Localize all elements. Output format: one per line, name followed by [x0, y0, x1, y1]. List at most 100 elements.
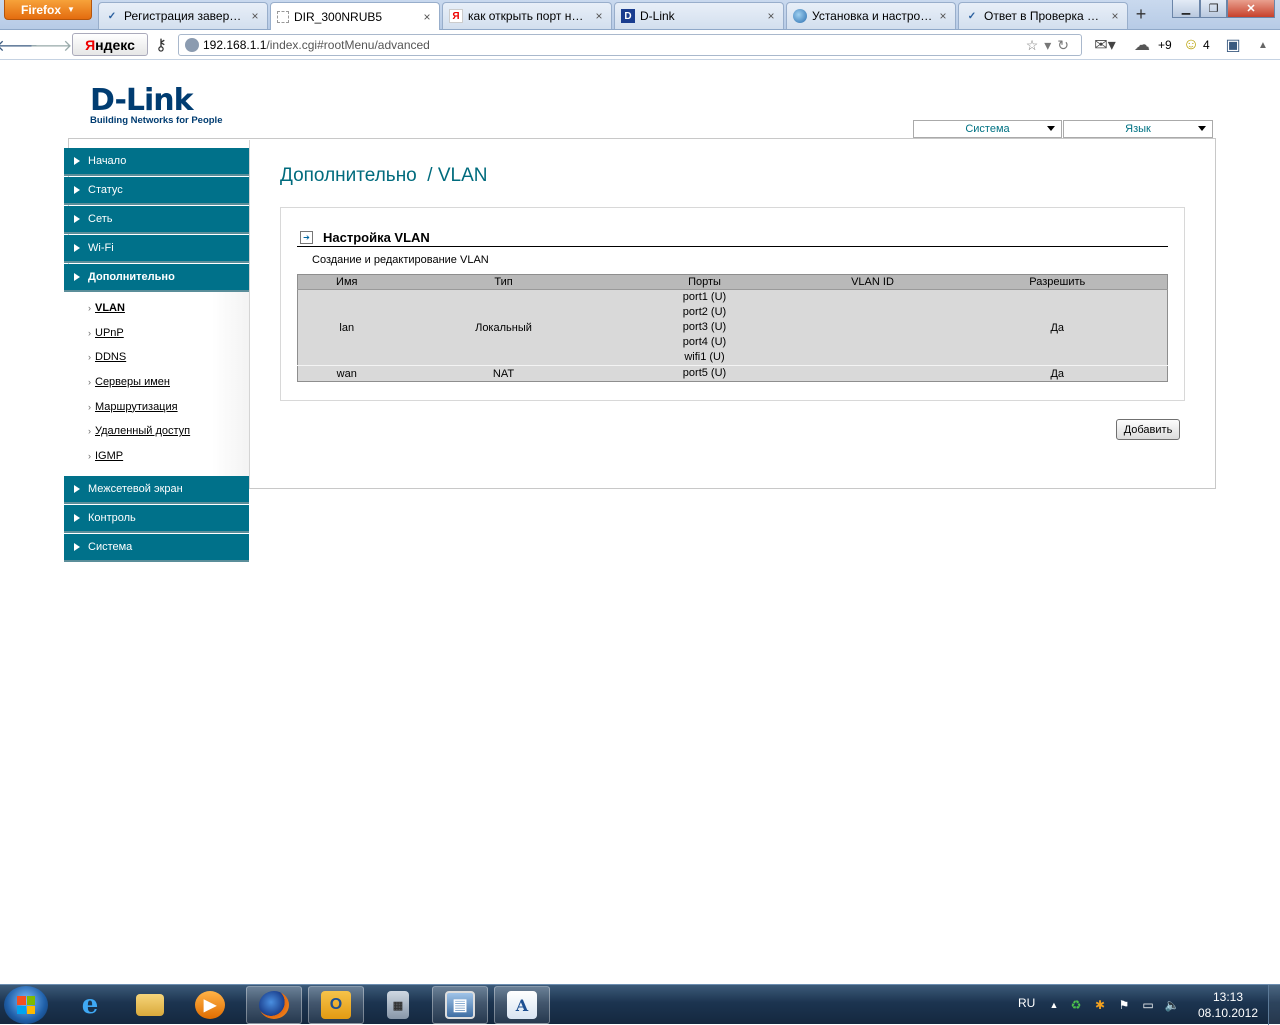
- brand-name: D-Link: [90, 83, 194, 118]
- antivirus-icon[interactable]: ✱: [1092, 997, 1108, 1013]
- show-hidden-icons-icon[interactable]: ▲: [1046, 997, 1062, 1013]
- tab-dir300[interactable]: DIR_300NRUB5 ×: [270, 2, 440, 30]
- back-arrow-icon[interactable]: 🡐: [0, 35, 38, 55]
- submenu-link[interactable]: Маршрутизация: [95, 401, 178, 413]
- windows-logo-icon: [17, 996, 35, 1014]
- network-icon[interactable]: ▭: [1140, 997, 1156, 1013]
- show-desktop-button[interactable]: [1268, 985, 1280, 1025]
- system-select-label: Система: [965, 123, 1010, 135]
- port-entry: port4 (U): [682, 336, 727, 348]
- tab-dlink[interactable]: D D-Link ×: [614, 2, 784, 29]
- sidebar-item-system[interactable]: Система: [64, 534, 249, 561]
- dlink-icon: D: [621, 9, 635, 23]
- arrow-right-icon: [74, 273, 80, 281]
- submenu-item-vlan[interactable]: › VLAN: [88, 296, 249, 321]
- close-icon[interactable]: ×: [1109, 9, 1121, 23]
- section-arrow-icon: ➔: [300, 231, 313, 244]
- language-indicator[interactable]: RU: [1018, 996, 1035, 1010]
- tab-registration[interactable]: ✓ Регистрация заверше... ×: [98, 2, 268, 29]
- bullet-icon: ›: [88, 377, 91, 388]
- close-icon[interactable]: ×: [937, 9, 949, 23]
- scroll-up-icon[interactable]: ▲: [1256, 35, 1270, 55]
- bullet-icon: ›: [88, 426, 91, 437]
- submenu-link[interactable]: UPnP: [95, 327, 124, 339]
- taskbar-internet-explorer[interactable]: e: [62, 986, 118, 1024]
- close-icon[interactable]: ×: [593, 9, 605, 23]
- section-title: Настройка VLAN: [323, 230, 430, 245]
- taskbar-wordpad[interactable]: A: [494, 986, 550, 1024]
- close-icon[interactable]: ×: [421, 10, 433, 24]
- sidebar-item-firewall[interactable]: Межсетевой экран: [64, 476, 249, 503]
- table-row[interactable]: lan Локальный port1 (U) port2 (U) port3 …: [297, 289, 1168, 366]
- close-icon[interactable]: ×: [765, 9, 777, 23]
- sidebar-item-wifi[interactable]: Wi-Fi: [64, 235, 249, 261]
- submenu-link[interactable]: Удаленный доступ: [95, 425, 190, 437]
- submenu-link[interactable]: VLAN: [95, 302, 125, 314]
- address-bar[interactable]: 192.168.1.1/index.cgi#rootMenu/advanced …: [178, 34, 1082, 56]
- close-icon[interactable]: ×: [249, 9, 261, 23]
- weather-temperature: +9: [1158, 38, 1172, 52]
- forward-arrow-icon[interactable]: 🡒: [30, 35, 73, 55]
- submenu-link[interactable]: DDNS: [95, 351, 126, 363]
- submenu-item-upnp[interactable]: › UPnP: [88, 321, 249, 346]
- sync-icon[interactable]: ♻: [1068, 997, 1084, 1013]
- section-divider: [297, 246, 1168, 247]
- taskbar-media-player[interactable]: ▶: [182, 986, 238, 1024]
- submenu-item-dns-servers[interactable]: › Серверы имен: [88, 370, 249, 395]
- brand-tagline: Building Networks for People: [90, 115, 223, 126]
- clock-time: 13:13: [1212, 990, 1244, 1004]
- submenu-item-ddns[interactable]: › DDNS: [88, 345, 249, 370]
- outlook-icon: O: [321, 991, 351, 1019]
- submenu-item-routing[interactable]: › Маршрутизация: [88, 394, 249, 419]
- yandex-home-button[interactable]: Яндекс: [72, 33, 148, 56]
- system-select[interactable]: Система: [913, 120, 1062, 138]
- port-entry: port1 (U): [682, 291, 727, 303]
- new-tab-button[interactable]: +: [1130, 5, 1152, 25]
- site-identity-icon: [185, 38, 199, 52]
- key-icon[interactable]: ⚷: [150, 35, 172, 55]
- bookmarks-icon[interactable]: ▣: [1222, 35, 1244, 55]
- action-center-flag-icon[interactable]: ⚑: [1116, 997, 1132, 1013]
- sidebar-item-status[interactable]: Статус: [64, 177, 249, 203]
- submenu-link[interactable]: Серверы имен: [95, 376, 170, 388]
- minimize-button[interactable]: ▁: [1172, 0, 1200, 18]
- arrow-right-icon: [74, 485, 80, 494]
- cell-vlan-id: [797, 365, 948, 382]
- notification-icon[interactable]: ☺: [1180, 35, 1202, 55]
- firefox-menu-label: Firefox: [21, 2, 62, 17]
- taskbar-outlook[interactable]: O: [308, 986, 364, 1024]
- taskbar-calculator[interactable]: ▦: [370, 986, 426, 1024]
- tab-setup[interactable]: Установка и настрой... ×: [786, 2, 956, 29]
- sidebar-item-control[interactable]: Контроль: [64, 505, 249, 532]
- blank-page-icon: [277, 10, 289, 23]
- clock[interactable]: 13:13 08.10.2012: [1188, 989, 1268, 1021]
- sidebar-item-network[interactable]: Сеть: [64, 206, 249, 232]
- arrow-right-icon: [74, 157, 80, 165]
- bookmark-star-icon[interactable]: ☆▾↻: [1026, 37, 1075, 54]
- port-entry: port5 (U): [682, 367, 727, 379]
- port-entry: port2 (U): [682, 306, 727, 318]
- mail-icon[interactable]: ✉▾: [1090, 35, 1120, 55]
- weather-cloud-icon[interactable]: ☁: [1130, 35, 1154, 55]
- tab-port-question[interactable]: Я как открыть порт на ... ×: [442, 2, 612, 29]
- chevron-down-icon: [1198, 126, 1206, 131]
- internet-explorer-icon: e: [81, 990, 99, 1020]
- firefox-menu-button[interactable]: Firefox ▼: [4, 0, 92, 20]
- tab-answer[interactable]: ✓ Ответ в Проверка дос... ×: [958, 2, 1128, 29]
- sidebar-item-advanced[interactable]: Дополнительно: [64, 264, 249, 290]
- start-button[interactable]: [4, 986, 48, 1024]
- submenu-item-remote-access[interactable]: › Удаленный доступ: [88, 419, 249, 444]
- url-host: 192.168.1.1: [203, 38, 267, 52]
- taskbar-explorer[interactable]: [122, 986, 178, 1024]
- submenu-link[interactable]: IGMP: [95, 450, 123, 462]
- maximize-button[interactable]: ❐: [1200, 0, 1227, 18]
- sidebar-item-start[interactable]: Начало: [64, 148, 249, 174]
- close-window-button[interactable]: ✕: [1227, 0, 1275, 18]
- taskbar-remote-desktop[interactable]: ▤: [432, 986, 488, 1024]
- language-select[interactable]: Язык: [1063, 120, 1213, 138]
- volume-icon[interactable]: 🔈: [1164, 997, 1180, 1013]
- add-vlan-button[interactable]: Добавить: [1116, 419, 1180, 440]
- submenu-item-igmp[interactable]: › IGMP: [88, 444, 249, 469]
- taskbar-firefox[interactable]: [246, 986, 302, 1024]
- table-row[interactable]: wan NAT port5 (U) Да: [297, 365, 1168, 382]
